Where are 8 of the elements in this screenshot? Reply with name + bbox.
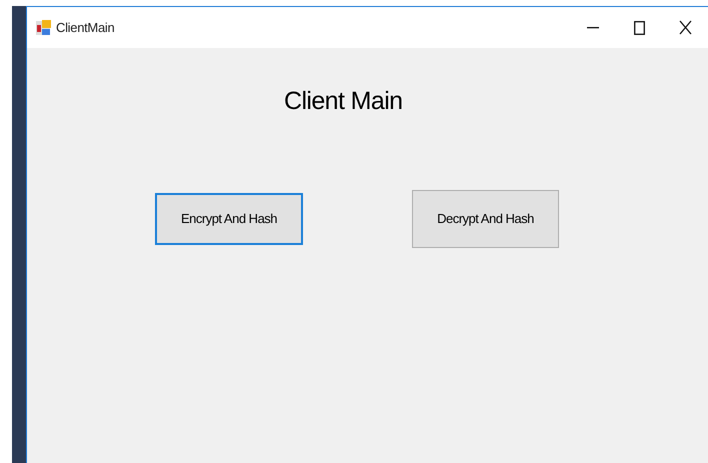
minimize-icon (587, 26, 599, 28)
action-button[interactable]: Decrypt And Hash (412, 190, 559, 248)
action-button[interactable]: Encrypt And Hash (155, 193, 303, 245)
maximize-icon (634, 20, 644, 34)
window-title: ClientMain (56, 18, 114, 37)
close-icon (678, 20, 692, 35)
app-icon (36, 20, 52, 36)
form-heading: Client Main (284, 86, 402, 116)
